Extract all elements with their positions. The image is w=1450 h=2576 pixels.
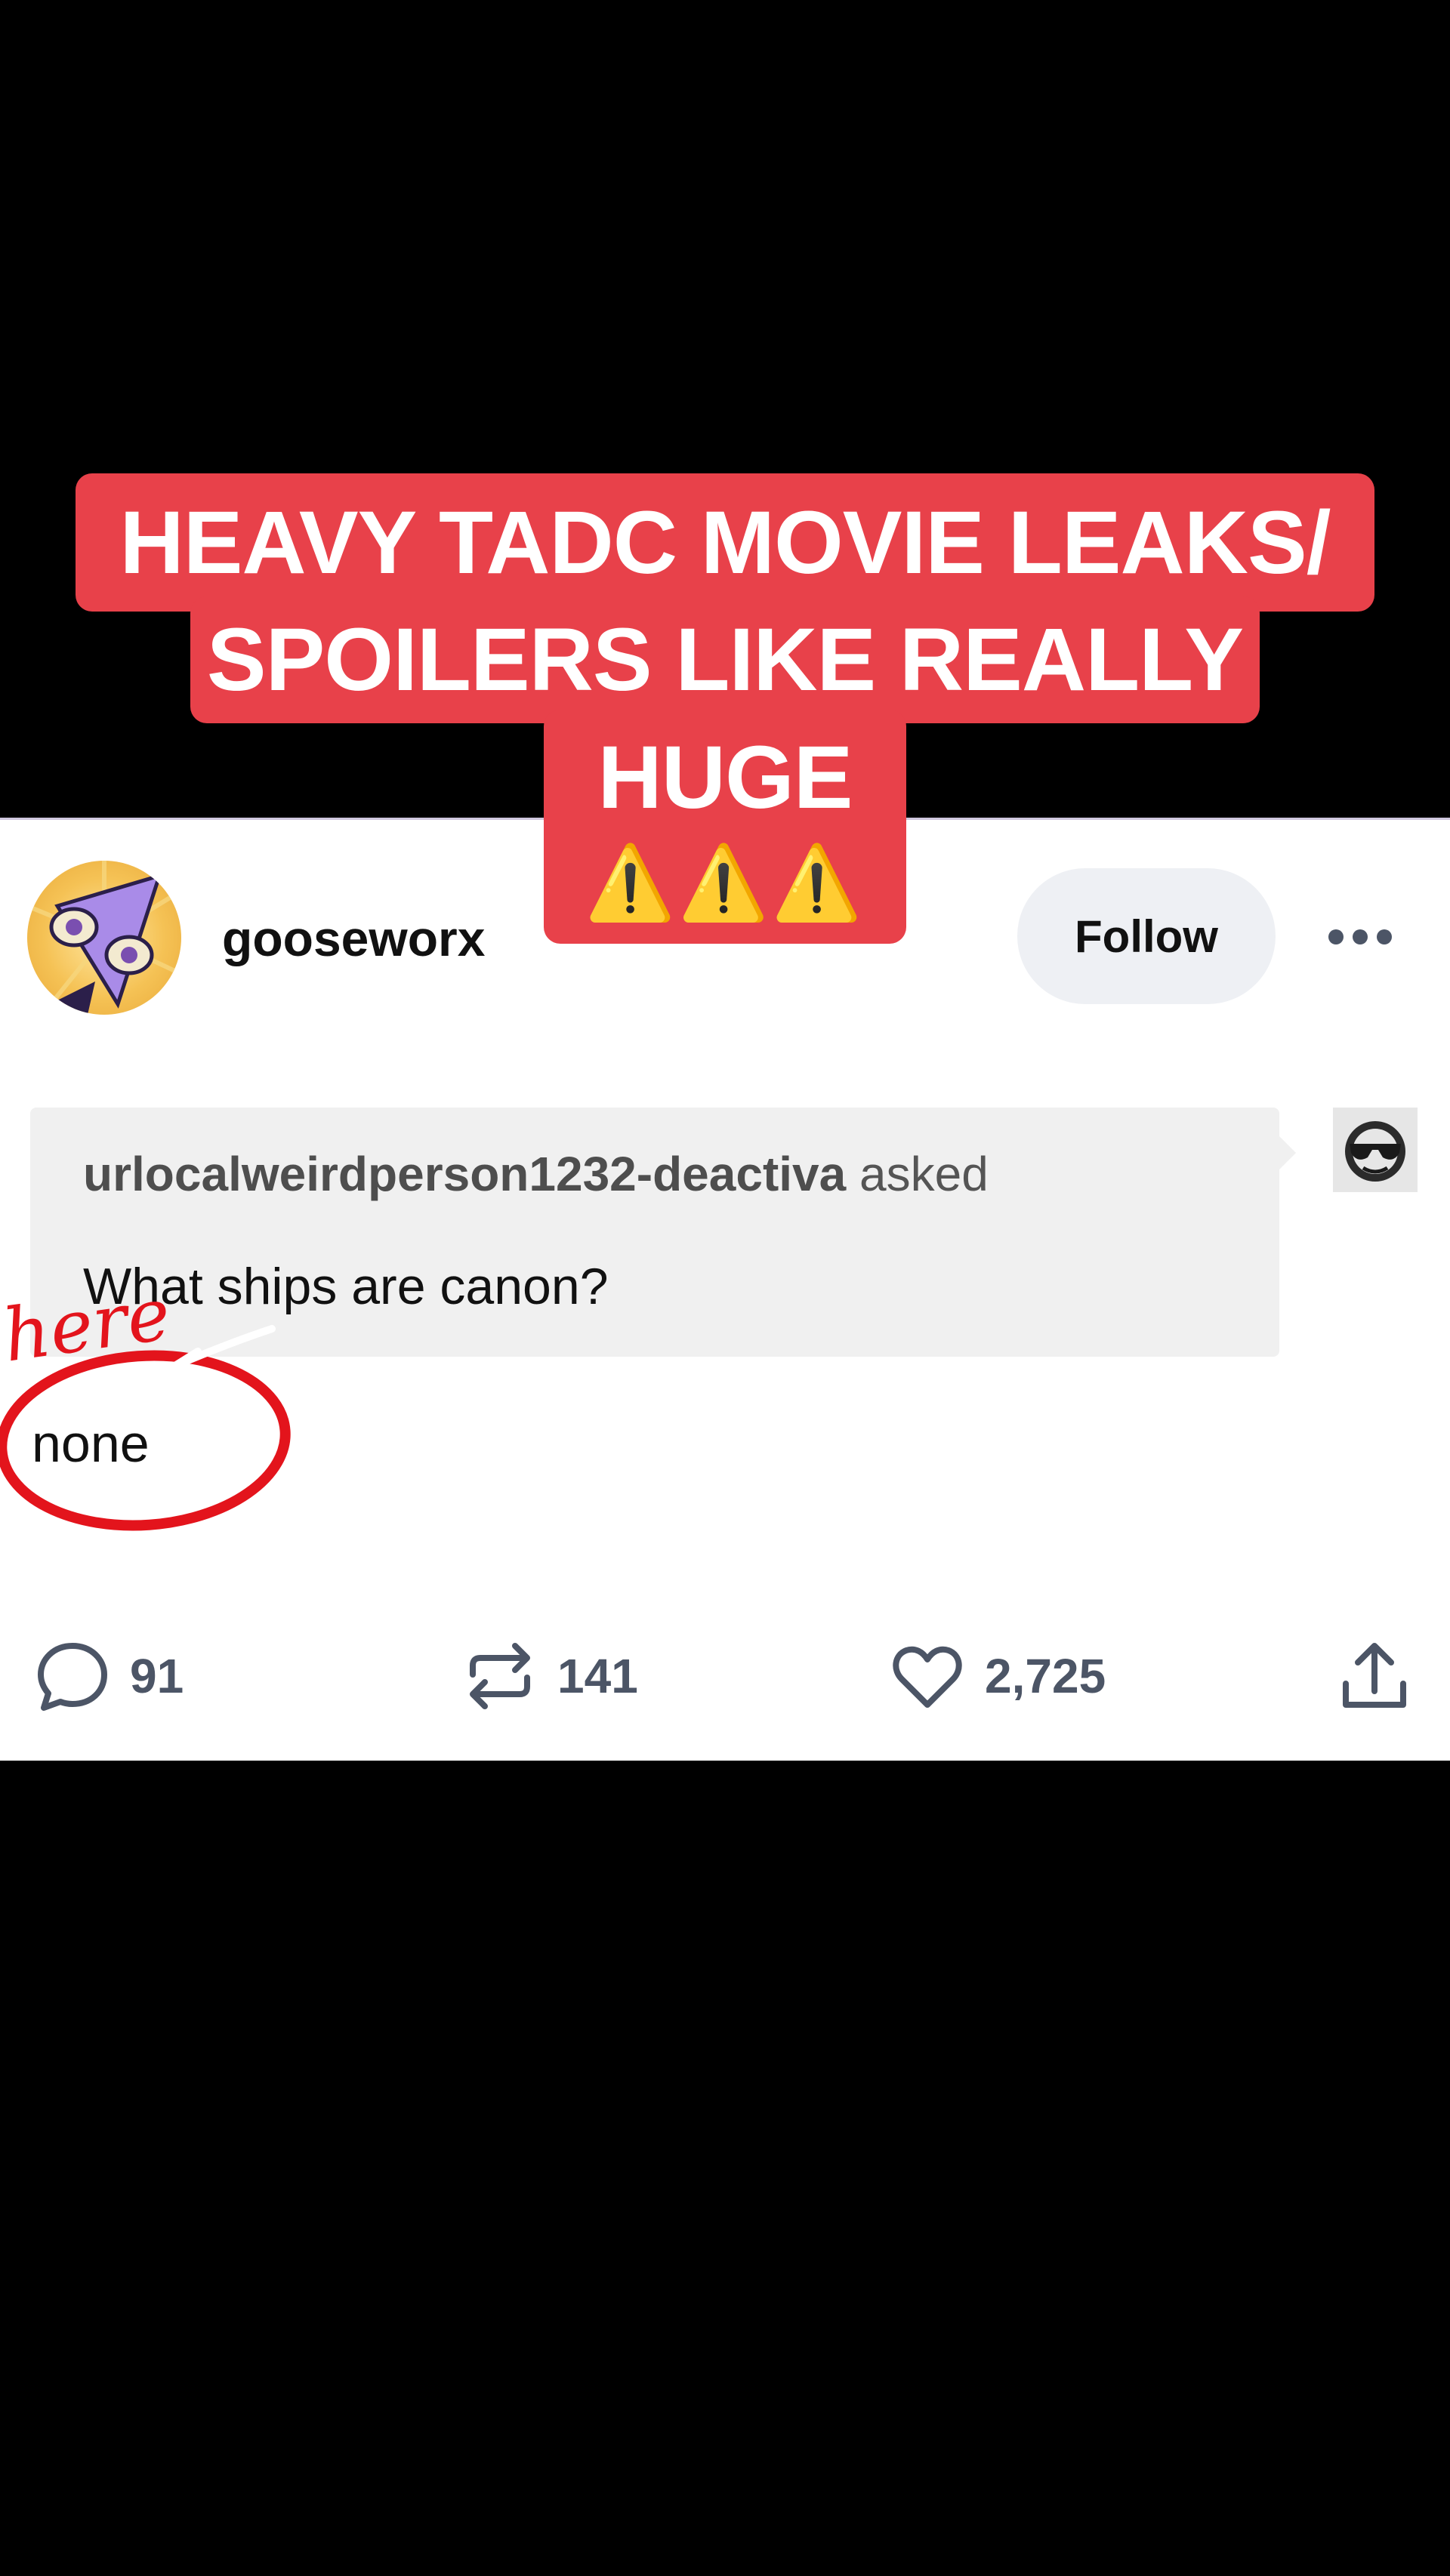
follow-button[interactable]: Follow — [1017, 868, 1276, 1004]
comment-stat[interactable]: 91 — [35, 1638, 184, 1714]
sunglasses-icon — [1345, 1121, 1405, 1182]
heart-icon — [893, 1646, 962, 1708]
share-icon[interactable] — [1337, 1638, 1412, 1714]
caption-line-2: SPOILERS LIKE REALLY — [190, 596, 1260, 723]
annotation-here: here — [0, 1276, 175, 1367]
asker-avatar[interactable] — [1333, 1108, 1418, 1192]
caption-line-1: HEAVY TADC MOVIE LEAKS/ — [76, 473, 1374, 612]
reblog-icon — [470, 1643, 530, 1709]
asked-label: asked — [846, 1147, 989, 1201]
reblog-stat[interactable]: 141 — [462, 1638, 638, 1714]
ask-header: urlocalweirdperson1232-deactiva asked — [83, 1146, 989, 1202]
blog-username[interactable]: gooseworx — [222, 910, 485, 967]
like-count: 2,725 — [985, 1649, 1106, 1703]
blog-avatar[interactable] — [27, 861, 181, 1015]
asker-name[interactable]: urlocalweirdperson1232-deactiva — [83, 1147, 846, 1201]
svg-text:here: here — [0, 1276, 175, 1367]
comment-count: 91 — [130, 1649, 184, 1703]
avatar-art — [27, 861, 181, 1015]
reblog-count: 141 — [557, 1649, 638, 1703]
comment-icon — [38, 1643, 107, 1711]
like-stat[interactable]: 2,725 — [890, 1638, 1106, 1714]
more-horizontal-icon[interactable] — [1325, 924, 1395, 950]
ask-bubble-tail — [1279, 1136, 1296, 1169]
